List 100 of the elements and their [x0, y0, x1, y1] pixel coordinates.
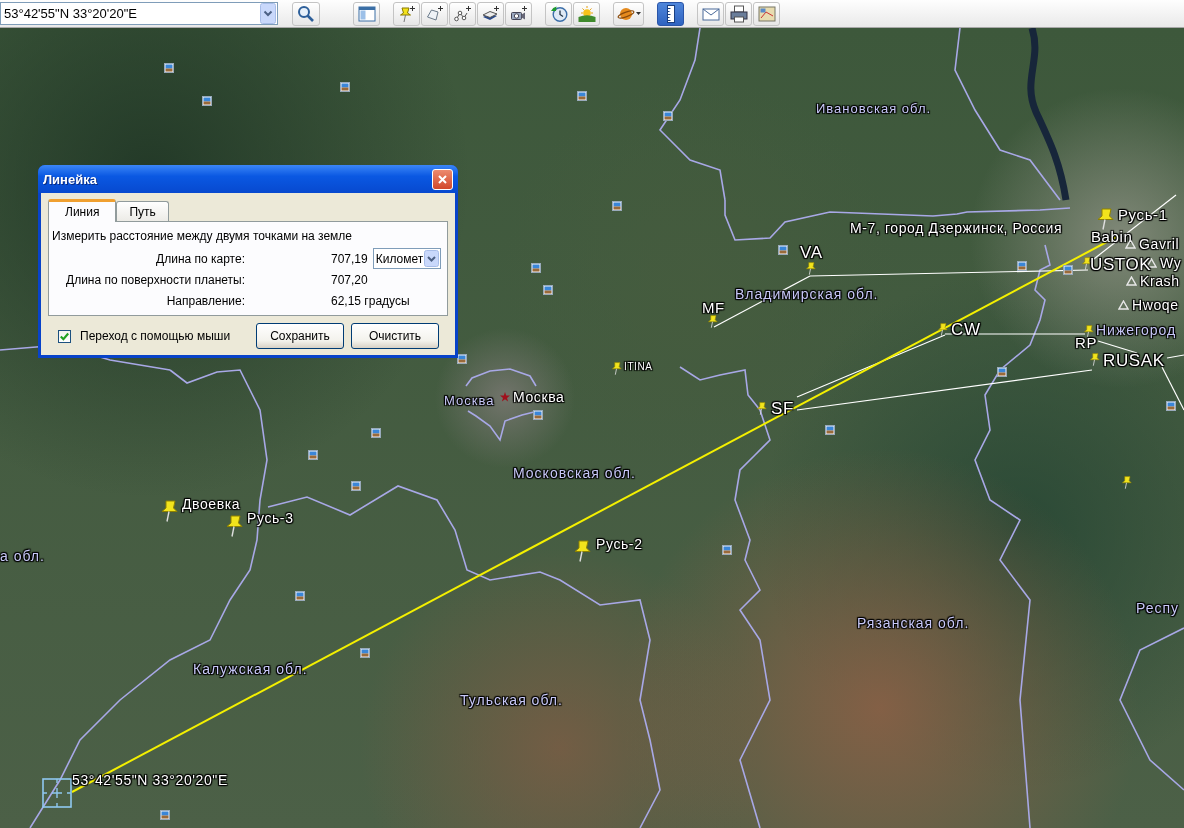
sun-icon — [577, 4, 596, 23]
city-label: Москва — [513, 389, 565, 406]
search-icon — [297, 4, 315, 23]
historical-imagery-button[interactable] — [545, 1, 572, 26]
tab[interactable]: Путь — [116, 201, 169, 221]
sidebar-button[interactable] — [353, 1, 380, 26]
dialog-button[interactable]: Сохранить — [256, 323, 344, 349]
caret-icon — [635, 12, 641, 15]
photo-marker-icon[interactable] — [160, 810, 170, 820]
region-label: а обл. — [0, 548, 45, 565]
peak-label: Krash — [1140, 273, 1180, 290]
panel-icon — [357, 4, 376, 23]
placemark-label[interactable]: Русь-2 — [596, 536, 643, 553]
path-line — [1166, 354, 1184, 359]
checkbox[interactable] — [58, 329, 71, 343]
close-icon — [438, 174, 447, 184]
record-tour-button[interactable] — [505, 1, 532, 26]
peak-triangle-icon — [1126, 276, 1137, 287]
search-button[interactable] — [292, 1, 320, 26]
close-button[interactable] — [432, 168, 453, 190]
region-label: Рязанская обл. — [857, 615, 970, 632]
placemark-label[interactable]: SF — [771, 399, 794, 419]
photo-marker-icon[interactable] — [202, 96, 212, 106]
add-path-button[interactable] — [449, 1, 476, 26]
star-icon — [500, 392, 510, 403]
photo-marker-icon[interactable] — [663, 111, 673, 121]
region-label: Респу — [1136, 600, 1180, 617]
crosshair-icon — [42, 778, 72, 808]
placemark-label[interactable]: CW — [951, 320, 981, 340]
add-placemark-button[interactable] — [393, 1, 420, 26]
field-label: Направление: — [165, 293, 245, 310]
photo-marker-icon[interactable] — [457, 354, 467, 364]
photo-marker-icon[interactable] — [722, 545, 732, 555]
pushpin-icon[interactable] — [1121, 476, 1132, 489]
photo-marker-icon[interactable] — [612, 201, 622, 211]
photo-marker-icon[interactable] — [778, 245, 788, 255]
region-label: Москва — [444, 394, 495, 409]
region-label: Ивановская обл. — [816, 102, 932, 117]
photo-marker-icon[interactable] — [825, 425, 835, 435]
region-label: Тульская обл. — [460, 692, 563, 709]
ruler-button[interactable] — [657, 1, 684, 26]
field-label: Длина по карте: — [155, 250, 245, 268]
image-overlay-icon — [481, 4, 500, 23]
tab[interactable]: Линия — [48, 199, 117, 222]
path-icon — [453, 4, 472, 23]
sunlight-button[interactable] — [573, 1, 600, 26]
photo-marker-icon[interactable] — [340, 82, 350, 92]
photo-marker-icon[interactable] — [577, 91, 587, 101]
view-in-maps-button[interactable] — [753, 1, 780, 26]
dialog-title: Линейка — [43, 171, 97, 187]
photo-marker-icon[interactable] — [360, 648, 370, 658]
photo-marker-icon[interactable] — [371, 428, 381, 438]
pushpin-icon[interactable] — [937, 323, 948, 336]
path-line — [1161, 366, 1184, 411]
camera-icon — [509, 4, 528, 23]
photo-marker-icon[interactable] — [1063, 265, 1073, 275]
peak-label: Gavril — [1139, 236, 1180, 253]
image-overlay-button[interactable] — [477, 1, 504, 26]
photo-marker-icon[interactable] — [1166, 401, 1176, 411]
photo-marker-icon[interactable] — [543, 285, 553, 295]
region-label: Калужская обл. — [193, 661, 308, 678]
description-text: Измерить расстояние между двумя точками на земле — [52, 228, 354, 244]
placemark-label[interactable]: USTOK — [1090, 255, 1152, 275]
planets-button[interactable] — [613, 1, 644, 26]
unit-dropdown[interactable]: Километ — [372, 248, 441, 269]
add-polygon-button[interactable] — [421, 1, 448, 26]
satellite-map[interactable] — [0, 28, 1184, 828]
peak-label: Wy — [1160, 255, 1182, 272]
search-field[interactable]: 53°42'55"N 33°20'20"E — [0, 2, 278, 25]
polygon-icon — [425, 4, 444, 23]
placemark-label[interactable]: RP — [1075, 334, 1098, 352]
placemark-label[interactable]: VA — [800, 243, 823, 263]
placemark-label[interactable]: Двоевка — [182, 496, 241, 513]
photo-marker-icon[interactable] — [531, 263, 541, 273]
photo-marker-icon[interactable] — [164, 63, 174, 73]
field-value: 62,15 градусы — [331, 294, 410, 308]
placemark-label[interactable]: MF — [702, 299, 725, 317]
field-value: 707,20 — [331, 273, 368, 287]
place-label: М-7, город Дзержинск, Россия — [850, 220, 1063, 237]
placemark-label[interactable]: ITINA — [624, 361, 653, 373]
pushpin-icon — [397, 4, 416, 23]
field-label: Длина по поверхности планеты: — [65, 272, 245, 289]
region-label: Московская обл. — [513, 465, 636, 482]
print-button[interactable] — [725, 1, 752, 26]
photo-marker-icon[interactable] — [351, 481, 361, 491]
field-value: 707,19 — [331, 251, 368, 266]
pushpin-icon[interactable] — [1081, 257, 1092, 270]
peak-label: Hwoqe — [1132, 297, 1179, 314]
photo-marker-icon[interactable] — [1017, 261, 1027, 271]
photo-marker-icon[interactable] — [295, 591, 305, 601]
checkbox-label[interactable]: Переход с помощью мыши — [80, 329, 231, 343]
pushpin-icon[interactable] — [1083, 325, 1094, 338]
photo-marker-icon[interactable] — [533, 410, 543, 420]
photo-marker-icon[interactable] — [997, 367, 1007, 377]
placemark-label[interactable]: RUSAK — [1103, 351, 1165, 371]
map-icon — [757, 4, 776, 23]
region-label: Нижегород — [1096, 322, 1177, 339]
region-border — [465, 368, 537, 387]
dialog-button[interactable]: Очистить — [351, 323, 439, 349]
photo-marker-icon[interactable] — [308, 450, 318, 460]
